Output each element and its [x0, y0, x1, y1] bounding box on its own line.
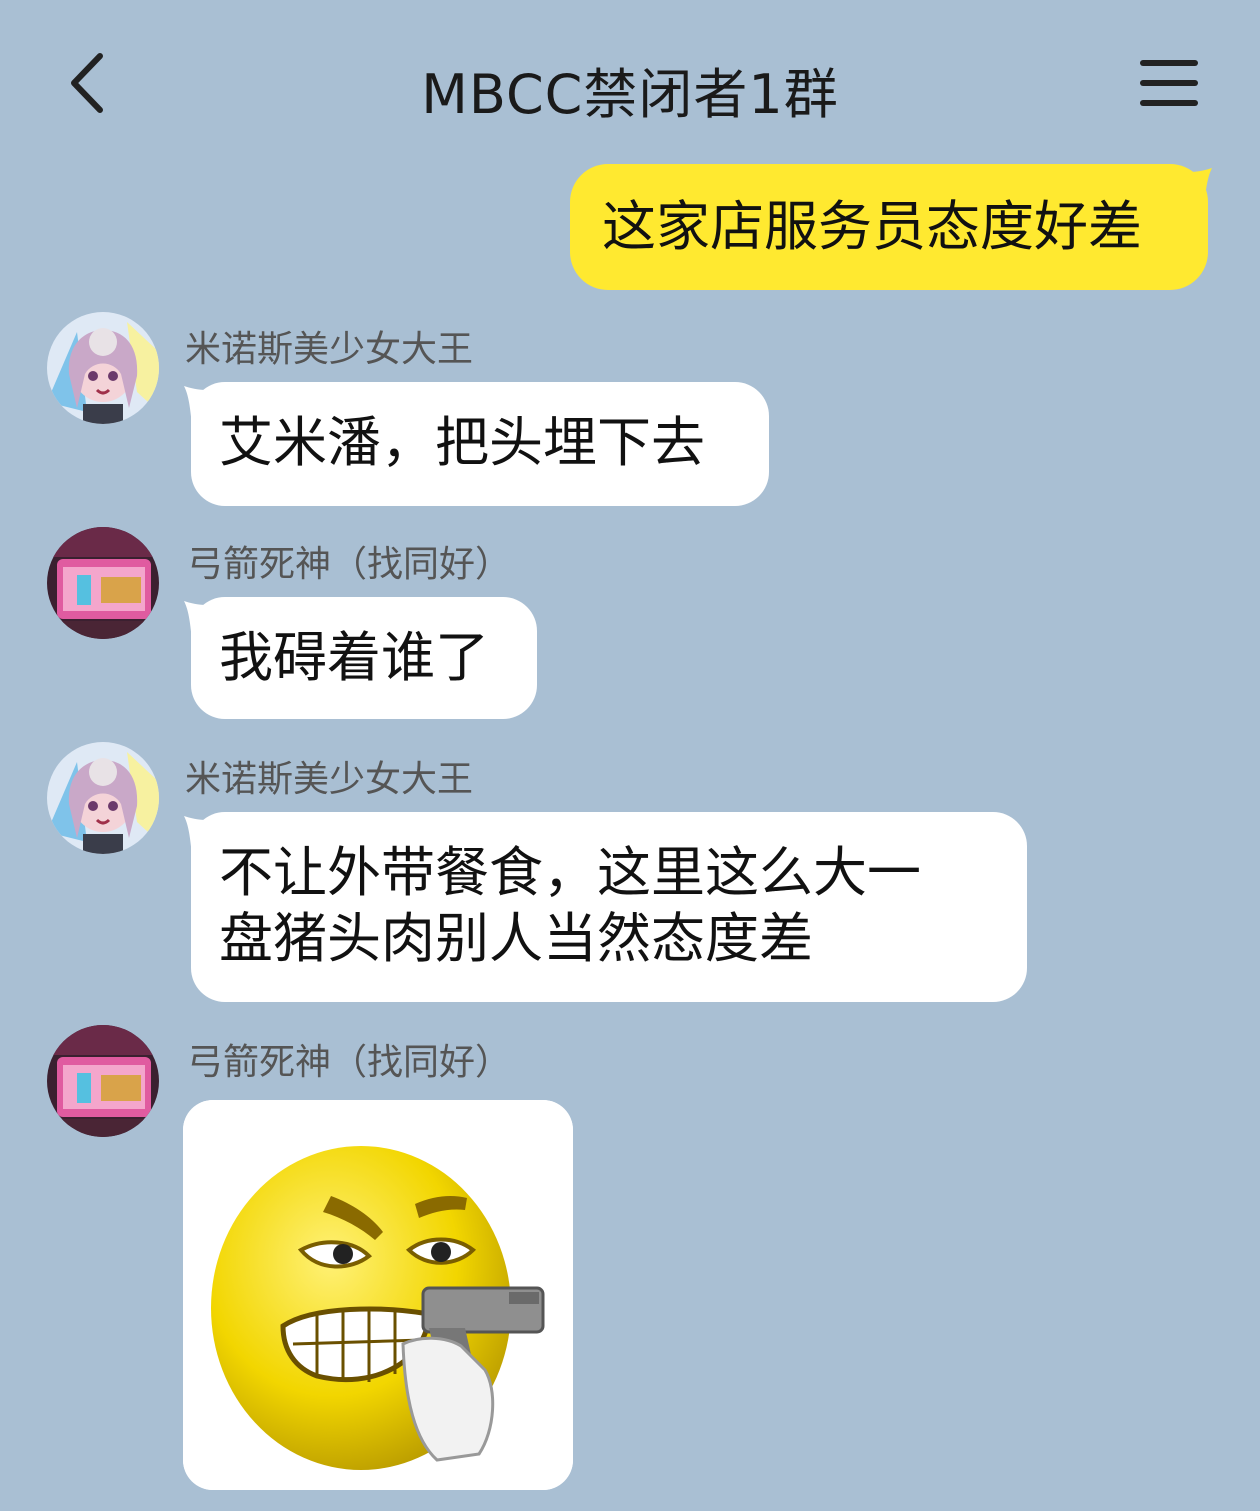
angry-emoji-with-gun-icon: [183, 1100, 573, 1490]
sender-name: 米诺斯美少女大王: [185, 329, 474, 370]
image-message[interactable]: [183, 1100, 573, 1490]
bubble-tail: [1190, 168, 1212, 208]
bubble-tail: [184, 601, 206, 641]
hamburger-menu-icon: [1140, 60, 1198, 106]
message-text-line: 盘猪头肉别人当然态度差: [219, 907, 813, 970]
avatar[interactable]: [47, 527, 159, 639]
bubble-tail: [184, 816, 206, 856]
message-text: 艾米潘，把头埋下去: [219, 411, 705, 474]
bubble-tail: [184, 386, 206, 426]
sender-name: 弓箭死神（找同好）: [187, 1042, 512, 1083]
chat-title: MBCC禁闭者1群: [421, 63, 839, 126]
message-text-line: 不让外带餐食，这里这么大一: [219, 841, 921, 904]
message-bubble-self[interactable]: 这家店服务员态度好差: [570, 164, 1208, 290]
pink-sign-avatar-icon: [47, 527, 159, 639]
menu-button[interactable]: [1138, 56, 1200, 110]
avatar[interactable]: [47, 312, 159, 424]
sender-name: 弓箭死神（找同好）: [187, 544, 512, 585]
message-bubble-other[interactable]: 不让外带餐食，这里这么大一 盘猪头肉别人当然态度差: [191, 812, 1027, 1002]
message-text: 我碍着谁了: [219, 626, 489, 689]
anime-girl-avatar-icon: [47, 312, 159, 424]
avatar[interactable]: [47, 742, 159, 854]
sender-name: 米诺斯美少女大王: [185, 759, 474, 800]
message-text: 这家店服务员态度好差: [602, 195, 1142, 258]
message-bubble-other[interactable]: 我碍着谁了: [191, 597, 537, 719]
message-bubble-other[interactable]: 艾米潘，把头埋下去: [191, 382, 769, 506]
chat-header: MBCC禁闭者1群: [0, 0, 1260, 160]
anime-girl-avatar-icon: [47, 742, 159, 854]
avatar[interactable]: [47, 1025, 159, 1137]
pink-sign-avatar-icon: [47, 1025, 159, 1137]
